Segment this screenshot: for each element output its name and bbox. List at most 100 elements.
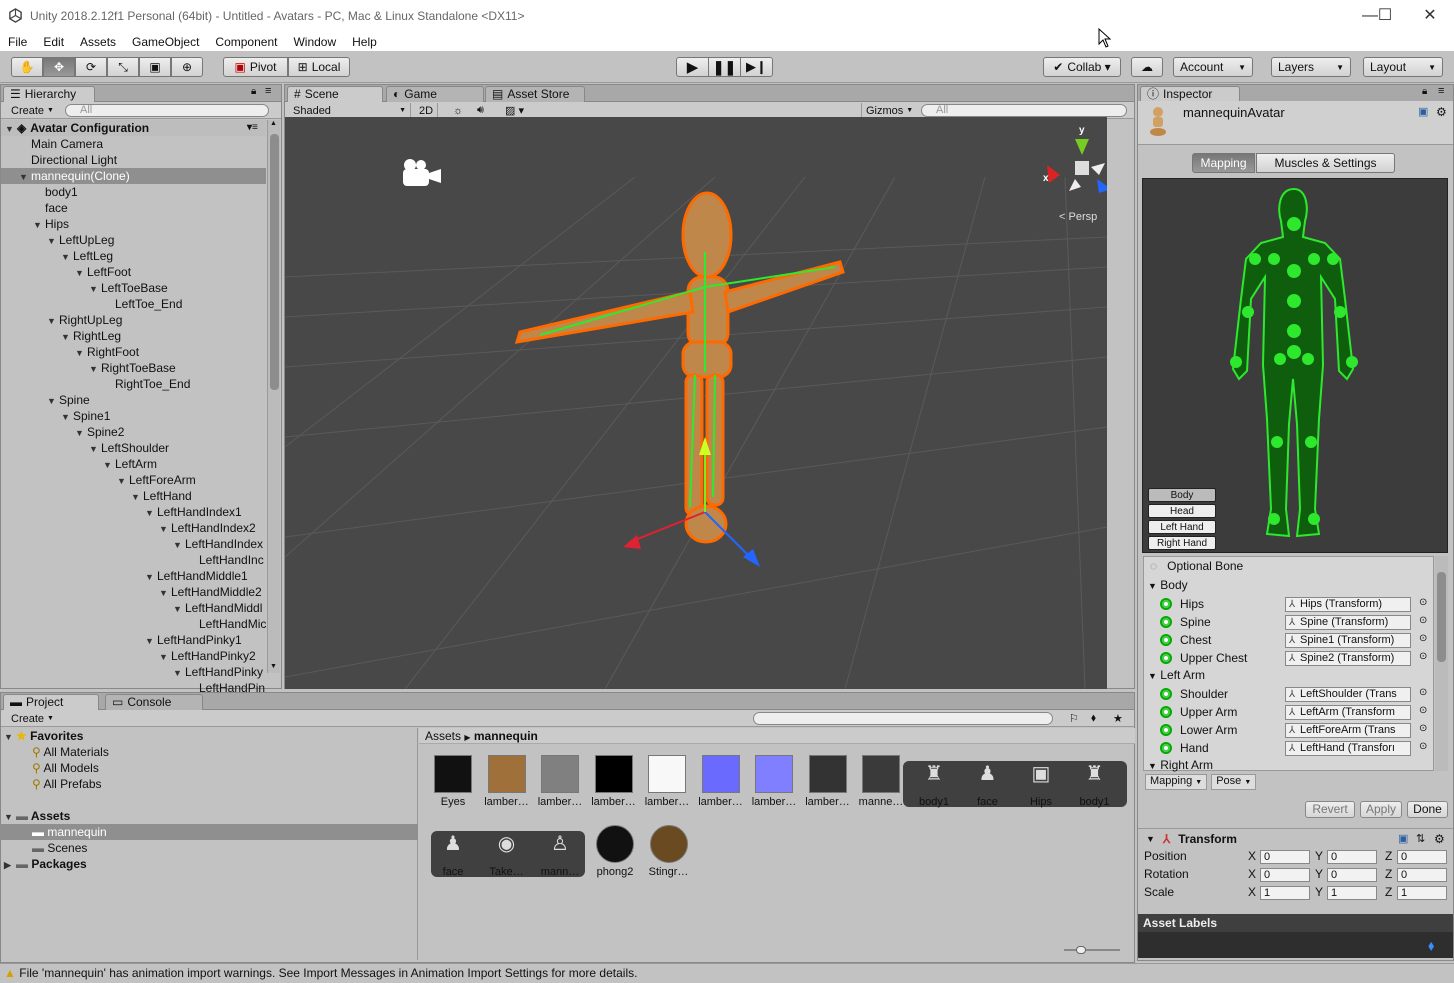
expand-arrow-icon[interactable]: ▼ — [61, 409, 73, 424]
expand-arrow-icon[interactable]: ▼ — [75, 425, 87, 440]
bone-group-header[interactable]: ▼ Body — [1148, 578, 1188, 592]
scroll-down-icon[interactable]: ▼ — [270, 663, 277, 670]
object-picker-icon[interactable]: ⊙ — [1419, 687, 1427, 698]
expand-arrow-icon[interactable]: ▼ — [89, 361, 101, 376]
bone-transform-field[interactable]: Hips (Transform) — [1285, 597, 1411, 612]
hierarchy-row[interactable]: LeftToe_End — [1, 296, 266, 312]
expand-arrow-icon[interactable]: ▼ — [159, 521, 171, 536]
step-button[interactable]: ▶❙ — [740, 57, 773, 77]
hierarchy-row[interactable]: ▼ LeftLeg — [1, 248, 266, 264]
bone-list-scrollbar[interactable] — [1435, 556, 1448, 771]
help-book-icon[interactable]: ▣ — [1418, 105, 1428, 118]
transform-z-field[interactable]: 0 — [1397, 868, 1447, 882]
expand-arrow-icon[interactable]: ▼ — [1148, 671, 1157, 681]
lock-icon[interactable]: 🔒︎ — [1422, 86, 1427, 97]
asset-item[interactable]: manne… — [857, 755, 905, 808]
expand-arrow-icon[interactable]: ▼ — [159, 585, 171, 600]
expand-arrow-icon[interactable]: ▼ — [5, 121, 17, 136]
head-view-button[interactable]: Head — [1148, 504, 1216, 518]
hierarchy-row[interactable]: ▼ RightLeg — [1, 328, 266, 344]
fav-item-prefabs[interactable]: ⚲ All Prefabs — [0, 776, 265, 792]
preset-icon[interactable]: ⇅ — [1416, 832, 1425, 845]
2d-toggle[interactable]: 2D — [415, 103, 439, 118]
project-search-input[interactable] — [753, 712, 1053, 725]
expand-arrow-icon[interactable]: ▼ — [89, 281, 101, 296]
gizmos-dropdown[interactable]: Gizmos ▼ — [861, 103, 917, 118]
tab-hierarchy[interactable]: ☰ Hierarchy — [3, 86, 95, 102]
transform-z-field[interactable]: 1 — [1397, 886, 1447, 900]
expand-arrow-icon[interactable]: ▼ — [47, 233, 59, 248]
gear-icon[interactable]: ⚙ — [1436, 105, 1447, 119]
expand-arrow-icon[interactable]: ▼ — [19, 169, 31, 184]
expand-arrow-icon[interactable]: ▼ — [145, 505, 157, 520]
collapse-arrow-icon[interactable]: ▶ — [4, 857, 16, 872]
rect-tool-icon[interactable]: ▣ — [139, 57, 171, 77]
bone-group-header[interactable]: ▼ Right Arm — [1148, 758, 1213, 772]
menu-help[interactable]: Help — [352, 35, 377, 49]
orientation-gizmo[interactable] — [1047, 139, 1107, 193]
hierarchy-row[interactable]: ▼ LeftUpLeg — [1, 232, 266, 248]
zoom-slider[interactable] — [1064, 946, 1120, 954]
filter-type-icon[interactable]: ⚐ — [1065, 711, 1083, 726]
scrollbar-thumb[interactable] — [1437, 572, 1446, 662]
expand-arrow-icon[interactable]: ▼ — [103, 457, 115, 472]
object-picker-icon[interactable]: ⊙ — [1419, 705, 1427, 716]
left-hand-view-button[interactable]: Left Hand — [1148, 520, 1216, 534]
local-button[interactable]: ⊞ Local — [288, 57, 350, 77]
asset-item[interactable]: ♟ face — [964, 755, 1012, 808]
expand-arrow-icon[interactable]: ▼ — [75, 345, 87, 360]
transform-x-field[interactable]: 0 — [1260, 850, 1310, 864]
rotate-tool-icon[interactable]: ⟳ — [75, 57, 107, 77]
scene-root-row[interactable]: ▼ ◈ Avatar Configuration ▾≡ — [1, 120, 266, 136]
hierarchy-row[interactable]: ▼ RightFoot — [1, 344, 266, 360]
hierarchy-row[interactable]: ▼ RightUpLeg — [1, 312, 266, 328]
tab-inspector[interactable]: ⓘ Inspector — [1140, 86, 1240, 102]
bone-transform-field[interactable]: LeftShoulder (Trans — [1285, 687, 1411, 702]
asset-item[interactable]: ◉ Take… — [483, 825, 531, 878]
hierarchy-row[interactable]: ▼ LeftHand — [1, 488, 266, 504]
breadcrumb-mannequin[interactable]: mannequin — [474, 729, 538, 743]
bone-transform-field[interactable]: LeftArm (Transform — [1285, 705, 1411, 720]
hierarchy-row[interactable]: face — [1, 200, 266, 216]
close-icon[interactable]: ✕ — [1415, 6, 1445, 26]
object-picker-icon[interactable]: ⊙ — [1419, 615, 1427, 626]
scroll-up-icon[interactable]: ▲ — [270, 120, 277, 127]
collab-button[interactable]: ✔ Collab ▾ — [1043, 57, 1121, 77]
hierarchy-row[interactable]: ▼ LeftHandMiddl — [1, 600, 266, 616]
expand-arrow-icon[interactable]: ▼ — [117, 473, 129, 488]
hierarchy-row[interactable]: ▼ LeftHandMiddle1 — [1, 568, 266, 584]
hand-tool-icon[interactable]: ✋ — [11, 57, 43, 77]
transform-z-field[interactable]: 0 — [1397, 850, 1447, 864]
hierarchy-row[interactable]: ▼ Spine1 — [1, 408, 266, 424]
breadcrumb-assets[interactable]: Assets — [425, 729, 461, 743]
menu-file[interactable]: File — [8, 35, 27, 49]
tab-asset-store[interactable]: ▤ Asset Store — [485, 86, 585, 102]
transform-y-field[interactable]: 1 — [1327, 886, 1377, 900]
bone-group-header[interactable]: ▼ Left Arm — [1148, 668, 1205, 682]
fav-item-models[interactable]: ⚲ All Models — [0, 760, 265, 776]
asset-item[interactable]: lamber… — [536, 755, 584, 808]
status-message[interactable]: File 'mannequin' has animation import wa… — [19, 966, 637, 980]
audio-toggle-icon[interactable]: 🔊︎ — [473, 103, 488, 118]
expand-arrow-icon[interactable]: ▼ — [61, 329, 73, 344]
mapping-tab[interactable]: Mapping — [1192, 153, 1255, 173]
gear-icon[interactable]: ⚙ — [1434, 832, 1445, 846]
favorite-star-icon[interactable]: ★ — [1109, 711, 1127, 726]
asset-item[interactable]: lamber… — [643, 755, 691, 808]
panel-menu-icon[interactable]: ≡ — [265, 85, 271, 97]
mapping-dropdown[interactable]: Mapping ▼ — [1145, 774, 1208, 790]
expand-arrow-icon[interactable]: ▼ — [47, 313, 59, 328]
expand-arrow-icon[interactable]: ▼ — [4, 809, 16, 824]
filter-label-icon[interactable]: ⬧ — [1087, 711, 1100, 726]
asset-item[interactable]: lamber… — [697, 755, 745, 808]
hierarchy-scrollbar[interactable]: ▲ ▼ — [267, 120, 280, 673]
bone-transform-field[interactable]: Spine1 (Transform) — [1285, 633, 1411, 648]
account-dropdown[interactable]: Account ▼ — [1173, 57, 1253, 77]
lighting-toggle-icon[interactable]: ☼ — [449, 103, 467, 118]
asset-item[interactable]: phong2 — [591, 825, 639, 878]
hierarchy-row[interactable]: Directional Light — [1, 152, 266, 168]
bone-transform-field[interactable]: LeftForeArm (Trans — [1285, 723, 1411, 738]
maximize-icon[interactable]: ☐ — [1370, 6, 1400, 26]
folder-mannequin[interactable]: ▬ mannequin — [0, 824, 418, 840]
hierarchy-row[interactable]: ▼ LeftArm — [1, 456, 266, 472]
